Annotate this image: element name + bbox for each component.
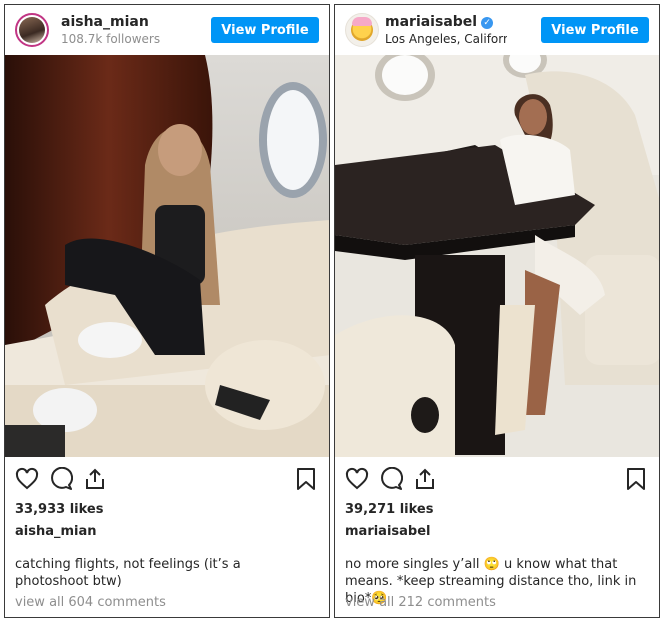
share-icon[interactable] bbox=[83, 467, 107, 491]
post-card: aisha_mian 108.7k followers View Profile bbox=[4, 4, 330, 618]
caption-text: catching flights, not feelings (it’s a p… bbox=[15, 557, 241, 589]
heart-icon[interactable] bbox=[15, 467, 39, 491]
like-count[interactable]: 33,933 likes bbox=[15, 502, 103, 517]
avatar[interactable] bbox=[345, 13, 379, 47]
username-text[interactable]: mariaisabel bbox=[385, 14, 477, 30]
comment-icon[interactable] bbox=[49, 467, 73, 491]
verified-icon: ✓ bbox=[481, 17, 494, 29]
comment-icon[interactable] bbox=[379, 467, 403, 491]
view-comments-link[interactable]: view all 212 comments bbox=[345, 595, 496, 610]
avatar[interactable] bbox=[15, 13, 49, 47]
username[interactable]: aisha_mian bbox=[61, 14, 149, 30]
post-photo[interactable] bbox=[335, 55, 659, 457]
bookmark-icon[interactable] bbox=[625, 467, 647, 491]
follower-count: 108.7k followers bbox=[61, 32, 161, 46]
share-icon[interactable] bbox=[413, 467, 437, 491]
view-profile-button[interactable]: View Profile bbox=[211, 17, 319, 43]
like-count[interactable]: 39,271 likes bbox=[345, 502, 433, 517]
heart-icon[interactable] bbox=[345, 467, 369, 491]
post-header: mariaisabel ✓ Los Angeles, California Vie… bbox=[335, 5, 659, 55]
post-photo[interactable] bbox=[5, 55, 329, 457]
username[interactable]: mariaisabel ✓ bbox=[385, 14, 494, 30]
bookmark-icon[interactable] bbox=[295, 467, 317, 491]
view-profile-button[interactable]: View Profile bbox=[541, 17, 649, 43]
action-bar bbox=[335, 467, 659, 493]
caption-username[interactable]: aisha_mian bbox=[15, 524, 97, 539]
view-comments-link[interactable]: view all 604 comments bbox=[15, 595, 166, 610]
action-bar bbox=[5, 467, 329, 493]
post-header: aisha_mian 108.7k followers View Profile bbox=[5, 5, 329, 55]
caption-username[interactable]: mariaisabel bbox=[345, 524, 431, 539]
post-card: mariaisabel ✓ Los Angeles, California Vie… bbox=[334, 4, 660, 618]
location[interactable]: Los Angeles, California bbox=[385, 32, 507, 46]
